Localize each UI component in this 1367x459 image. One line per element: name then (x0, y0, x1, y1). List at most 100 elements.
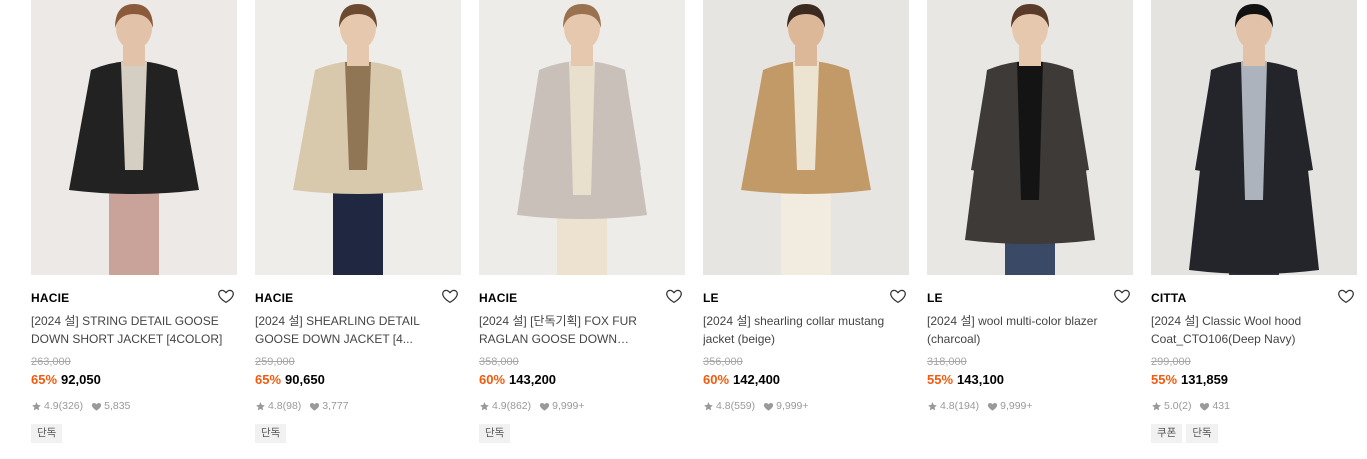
discount-rate: 55% (1151, 372, 1178, 387)
wishlist-heart-icon[interactable] (665, 287, 683, 305)
discount-rate: 55% (927, 372, 954, 387)
heart-filled-icon (309, 401, 320, 412)
review-count: (326) (58, 400, 84, 412)
product-meta: 4.9 (326) 5,835 (31, 400, 130, 412)
product-badge: 단독 (479, 424, 511, 443)
product-grid: HACIE [2024 설] STRING DETAIL GOOSE DOWN … (0, 0, 1367, 459)
review-count: (194) (954, 400, 980, 412)
heart-filled-icon (987, 401, 998, 412)
rating-value: 4.8 (940, 400, 955, 412)
like-count: 9,999+ (552, 400, 585, 412)
price-row: 55% 143,100 (927, 372, 1004, 387)
product-card[interactable]: HACIE [2024 설] STRING DETAIL GOOSE DOWN … (31, 0, 239, 459)
sale-price: 131,859 (1181, 372, 1229, 387)
product-title[interactable]: [2024 설] Classic Wool hood Coat_CTO106(D… (1151, 312, 1351, 348)
product-badge: 단독 (31, 424, 63, 443)
star-icon (31, 401, 42, 412)
product-title[interactable]: [2024 설] SHEARLING DETAIL GOOSE DOWN JAC… (255, 312, 455, 348)
product-image[interactable] (703, 0, 909, 275)
review-count: (2) (1178, 400, 1192, 412)
like-count: 9,999+ (1000, 400, 1033, 412)
model-photo (31, 0, 237, 275)
star-icon (703, 401, 714, 412)
discount-rate: 65% (255, 372, 282, 387)
brand-name[interactable]: CITTA (1151, 291, 1186, 305)
rating-value: 5.0 (1164, 400, 1179, 412)
product-card[interactable]: LE [2024 설] wool multi-color blazer (cha… (927, 0, 1135, 459)
product-badge: 쿠폰 (1151, 424, 1183, 443)
price-row: 65% 92,050 (31, 372, 101, 387)
brand-name[interactable]: HACIE (255, 291, 293, 305)
product-image[interactable] (927, 0, 1133, 275)
product-meta: 5.0 (2) 431 (1151, 400, 1230, 412)
badge-group: 단독 (31, 424, 63, 443)
wishlist-heart-icon[interactable] (217, 287, 235, 305)
sale-price: 142,400 (733, 372, 781, 387)
product-title[interactable]: [2024 설] wool multi-color blazer (charco… (927, 312, 1127, 348)
product-badge: 단독 (255, 424, 287, 443)
price-row: 65% 90,650 (255, 372, 325, 387)
original-price: 356,000 (703, 356, 743, 368)
discount-rate: 60% (479, 372, 506, 387)
model-photo (479, 0, 685, 275)
review-count: (559) (730, 400, 756, 412)
original-price: 358,000 (479, 356, 519, 368)
rating-value: 4.8 (268, 400, 283, 412)
price-row: 55% 131,859 (1151, 372, 1228, 387)
product-card[interactable]: HACIE [2024 설] SHEARLING DETAIL GOOSE DO… (255, 0, 463, 459)
star-icon (479, 401, 490, 412)
wishlist-heart-icon[interactable] (889, 287, 907, 305)
original-price: 299,000 (1151, 356, 1191, 368)
badge-group: 단독 (479, 424, 511, 443)
model-photo (255, 0, 461, 275)
brand-name[interactable]: HACIE (31, 291, 69, 305)
product-meta: 4.8 (559) 9,999+ (703, 400, 809, 412)
price-row: 60% 143,200 (479, 372, 556, 387)
product-title[interactable]: [2024 설] [단독기획] FOX FUR RAGLAN GOOSE DOW… (479, 312, 679, 348)
original-price: 318,000 (927, 356, 967, 368)
heart-filled-icon (763, 401, 774, 412)
product-card[interactable]: LE [2024 설] shearling collar mustang jac… (703, 0, 911, 459)
heart-filled-icon (1199, 401, 1210, 412)
product-card[interactable]: HACIE [2024 설] [단독기획] FOX FUR RAGLAN GOO… (479, 0, 687, 459)
rating-value: 4.8 (716, 400, 731, 412)
model-photo (703, 0, 909, 275)
heart-filled-icon (91, 401, 102, 412)
product-badge: 단독 (1186, 424, 1218, 443)
like-count: 9,999+ (776, 400, 809, 412)
brand-name[interactable]: LE (703, 291, 719, 305)
star-icon (1151, 401, 1162, 412)
sale-price: 143,100 (957, 372, 1005, 387)
product-image[interactable] (479, 0, 685, 275)
badge-group: 단독 (255, 424, 287, 443)
wishlist-heart-icon[interactable] (1337, 287, 1355, 305)
rating-value: 4.9 (492, 400, 507, 412)
product-card[interactable]: CITTA [2024 설] Classic Wool hood Coat_CT… (1151, 0, 1359, 459)
review-count: (862) (506, 400, 532, 412)
brand-name[interactable]: HACIE (479, 291, 517, 305)
product-image[interactable] (1151, 0, 1357, 275)
badge-group: 쿠폰 단독 (1151, 424, 1218, 443)
brand-name[interactable]: LE (927, 291, 943, 305)
like-count: 5,835 (104, 400, 131, 412)
heart-filled-icon (539, 401, 550, 412)
wishlist-heart-icon[interactable] (441, 287, 459, 305)
star-icon (255, 401, 266, 412)
product-meta: 4.9 (862) 9,999+ (479, 400, 585, 412)
product-title[interactable]: [2024 설] shearling collar mustang jacket… (703, 312, 903, 348)
like-count: 431 (1212, 400, 1230, 412)
product-image[interactable] (255, 0, 461, 275)
rating-value: 4.9 (44, 400, 59, 412)
wishlist-heart-icon[interactable] (1113, 287, 1131, 305)
product-title[interactable]: [2024 설] STRING DETAIL GOOSE DOWN SHORT … (31, 312, 231, 348)
sale-price: 92,050 (61, 372, 101, 387)
product-image[interactable] (31, 0, 237, 275)
sale-price: 143,200 (509, 372, 557, 387)
model-photo (1151, 0, 1357, 275)
like-count: 3,777 (322, 400, 349, 412)
sale-price: 90,650 (285, 372, 325, 387)
model-photo (927, 0, 1133, 275)
star-icon (927, 401, 938, 412)
discount-rate: 65% (31, 372, 58, 387)
original-price: 259,000 (255, 356, 295, 368)
